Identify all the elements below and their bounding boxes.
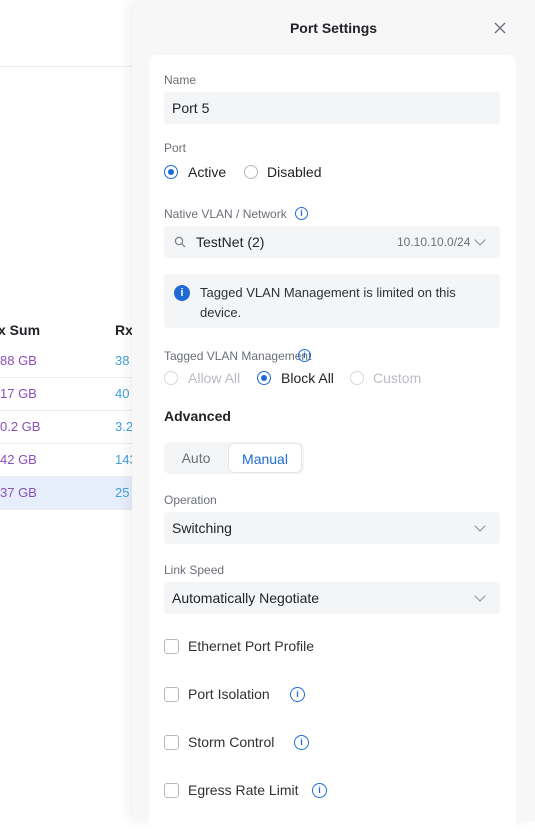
chevron-down-icon	[474, 234, 486, 246]
background-table: x Sum Rx 88 GB 38 17 GB 40 0.2 GB 3.2 42…	[0, 0, 140, 821]
advanced-mode-toggle: Auto Manual	[164, 442, 304, 474]
table-row-selected[interactable]: 37 GB 25	[0, 477, 140, 510]
manual-mode-button[interactable]: Manual	[228, 443, 302, 473]
table-row[interactable]: 42 GB 143	[0, 444, 140, 477]
ethernet-port-profile-checkbox[interactable]	[164, 639, 179, 654]
port-isolation-checkbox[interactable]	[164, 687, 179, 702]
port-label: Port	[164, 141, 187, 155]
close-button[interactable]	[492, 20, 508, 36]
port-isolation-label[interactable]: Port Isolation	[188, 686, 270, 702]
egress-rate-limit-checkbox[interactable]	[164, 783, 179, 798]
egress-rate-limit-label[interactable]: Egress Rate Limit	[188, 782, 298, 798]
operation-label: Operation	[164, 493, 217, 507]
link-speed-select[interactable]: Automatically Negotiate	[164, 582, 500, 614]
rx-cell: 40	[115, 386, 130, 401]
native-vlan-label: Native VLAN / Network	[164, 207, 287, 221]
table-row[interactable]: 17 GB 40	[0, 378, 140, 411]
native-vlan-select[interactable]: TestNet (2) 10.10.10.0/24	[164, 226, 500, 258]
ethernet-port-profile-label[interactable]: Ethernet Port Profile	[188, 638, 314, 654]
block-all-label[interactable]: Block All	[281, 370, 334, 386]
link-speed-value: Automatically Negotiate	[172, 590, 320, 606]
auto-mode-button[interactable]: Auto	[164, 442, 228, 474]
close-icon	[494, 22, 506, 34]
custom-label: Custom	[373, 370, 422, 386]
port-settings-panel: Port Settings Name Port 5 Port Active Di…	[132, 0, 535, 835]
search-icon	[174, 236, 186, 248]
name-input[interactable]: Port 5	[164, 92, 500, 124]
tagged-vlan-info-icon[interactable]: i	[298, 349, 311, 362]
storm-control-label[interactable]: Storm Control	[188, 734, 274, 750]
notice-text: Tagged VLAN Management is limited on thi…	[200, 285, 456, 320]
tx-sum-cell: 0.2 GB	[0, 419, 41, 434]
port-disabled-label[interactable]: Disabled	[267, 164, 321, 180]
rx-cell: 3.2	[115, 419, 134, 434]
port-active-label[interactable]: Active	[188, 164, 226, 180]
allow-all-label: Allow All	[188, 370, 241, 386]
native-vlan-subnet: 10.10.10.0/24	[397, 235, 471, 249]
custom-radio	[350, 371, 364, 385]
settings-card: Name Port 5 Port Active Disabled Native …	[149, 55, 516, 835]
table-row[interactable]: 0.2 GB 3.2	[0, 411, 140, 444]
info-filled-icon: i	[174, 285, 190, 301]
storm-control-info-icon[interactable]: i	[294, 735, 309, 750]
allow-all-radio	[164, 371, 178, 385]
block-all-radio[interactable]	[257, 371, 271, 385]
rx-cell: 25	[115, 485, 130, 500]
tagged-vlan-notice: i Tagged VLAN Management is limited on t…	[164, 274, 500, 328]
rx-cell: 38	[115, 353, 130, 368]
storm-control-checkbox[interactable]	[164, 735, 179, 750]
name-label: Name	[164, 73, 197, 87]
tx-sum-cell: 37 GB	[0, 485, 37, 500]
tx-sum-cell: 17 GB	[0, 386, 37, 401]
tx-sum-cell: 42 GB	[0, 452, 37, 467]
port-active-radio[interactable]	[164, 165, 178, 179]
chevron-down-icon	[474, 520, 486, 532]
panel-title: Port Settings	[289, 20, 378, 36]
table-top-divider	[0, 66, 140, 67]
tx-sum-cell: 88 GB	[0, 353, 37, 368]
port-disabled-radio[interactable]	[244, 165, 258, 179]
operation-select[interactable]: Switching	[164, 512, 500, 544]
egress-rate-limit-info-icon[interactable]: i	[312, 783, 327, 798]
column-header-tx-sum[interactable]: x Sum	[0, 322, 40, 338]
table-row[interactable]: 88 GB 38	[0, 345, 140, 378]
port-isolation-info-icon[interactable]: i	[290, 687, 305, 702]
link-speed-label: Link Speed	[164, 563, 225, 577]
column-header-rx[interactable]: Rx	[115, 322, 133, 338]
chevron-down-icon	[474, 590, 486, 602]
native-vlan-value: TestNet (2)	[196, 234, 265, 250]
operation-value: Switching	[172, 520, 232, 536]
native-vlan-info-icon[interactable]: i	[295, 207, 308, 220]
tagged-vlan-label: Tagged VLAN Management	[164, 349, 312, 363]
advanced-heading: Advanced	[164, 408, 231, 424]
